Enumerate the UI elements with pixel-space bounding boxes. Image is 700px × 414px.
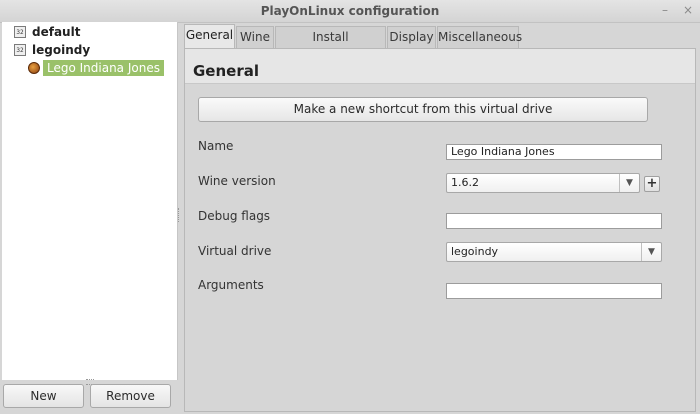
general-panel: General Make a new shortcut from this vi…: [184, 48, 696, 412]
drive-icon: 32: [14, 44, 26, 56]
debug-flags-field[interactable]: [446, 213, 662, 229]
tab-wine[interactable]: Wine: [236, 26, 274, 48]
tree-item-label: default: [32, 25, 81, 39]
wine-version-select[interactable]: 1.6.2 ▼: [446, 173, 640, 193]
wine-version-label: Wine version: [198, 174, 276, 188]
game-icon: [28, 62, 40, 74]
panel-title: General: [193, 62, 259, 80]
drive-icon: 32: [14, 26, 26, 38]
name-label: Name: [198, 139, 234, 153]
virtual-drive-label: Virtual drive: [198, 244, 272, 258]
tree-item-default[interactable]: 32 default: [14, 23, 80, 41]
tab-install-components[interactable]: Install components: [275, 26, 386, 65]
virtual-drive-value: legoindy: [451, 245, 499, 258]
tree-item-legoindy[interactable]: 32 legoindy: [14, 41, 90, 59]
minimize-icon[interactable]: –: [662, 4, 668, 16]
close-icon[interactable]: ×: [683, 4, 693, 16]
chevron-down-icon[interactable]: ▼: [619, 174, 639, 192]
tree-item-label: Lego Indiana Jones: [43, 60, 164, 76]
title-bar: PlayOnLinux configuration – ×: [0, 0, 700, 23]
config-window: PlayOnLinux configuration – × 32 default…: [0, 0, 700, 414]
chevron-down-icon[interactable]: ▼: [641, 243, 661, 261]
tab-miscellaneous[interactable]: Miscellaneous: [437, 26, 522, 48]
pane-splitter-handle[interactable]: [178, 208, 182, 222]
arguments-label: Arguments: [198, 278, 264, 292]
arguments-field[interactable]: [446, 283, 662, 299]
wine-version-value: 1.6.2: [451, 176, 479, 189]
virtual-drive-select[interactable]: legoindy ▼: [446, 242, 662, 262]
add-wine-version-button[interactable]: +: [644, 176, 660, 192]
debug-flags-label: Debug flags: [198, 209, 271, 223]
tree-item-lego-indiana-jones[interactable]: Lego Indiana Jones: [28, 59, 164, 77]
window-title: PlayOnLinux configuration: [260, 4, 440, 18]
tree-item-label: legoindy: [32, 43, 91, 57]
new-button[interactable]: New: [3, 384, 84, 408]
tab-general[interactable]: General: [184, 24, 235, 49]
panel-header: General: [185, 49, 695, 84]
make-shortcut-button[interactable]: Make a new shortcut from this virtual dr…: [198, 97, 648, 122]
name-field[interactable]: Lego Indiana Jones: [446, 144, 662, 160]
drive-tree: 32 default 32 legoindy Lego Indiana Jone…: [2, 22, 178, 380]
remove-button[interactable]: Remove: [90, 384, 171, 408]
tab-display[interactable]: Display: [387, 26, 436, 48]
